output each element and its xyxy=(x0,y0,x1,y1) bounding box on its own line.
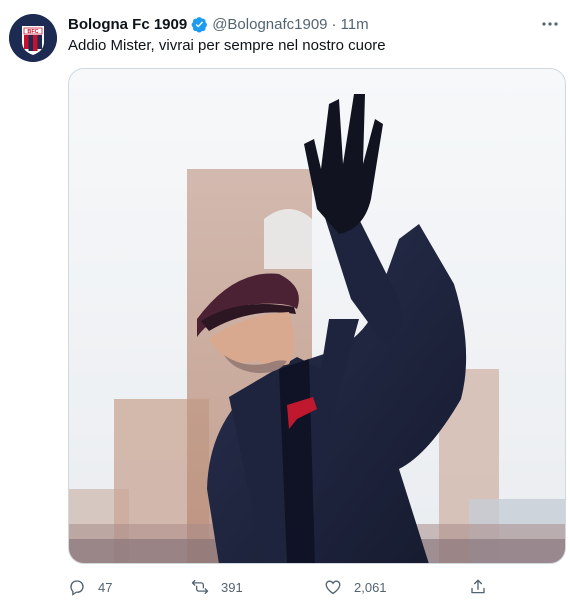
separator-dot: · xyxy=(331,15,337,33)
reply-count: 47 xyxy=(98,579,113,595)
share-button[interactable] xyxy=(469,578,487,596)
author-avatar[interactable]: BFC xyxy=(9,14,57,62)
like-count: 2,061 xyxy=(354,579,387,595)
author-name[interactable]: Bologna Fc 1909 xyxy=(68,16,187,33)
tweet-text: Addio Mister, vivrai per sempre nel nost… xyxy=(68,37,386,54)
tweet-header: Bologna Fc 1909 @Bolognafc1909 · 11m xyxy=(68,14,369,34)
crest-letters: BFC xyxy=(27,29,38,35)
photo-man-waving xyxy=(69,69,565,563)
reply-icon xyxy=(70,580,84,596)
verified-badge-icon xyxy=(191,16,208,33)
retweet-icon xyxy=(191,579,209,595)
bologna-crest-icon: BFC xyxy=(9,14,57,62)
retweet-button[interactable]: 391 xyxy=(191,578,243,596)
author-handle[interactable]: @Bolognafc1909 xyxy=(212,16,327,33)
tweet-timestamp[interactable]: 11m xyxy=(341,16,369,33)
reply-button[interactable]: 47 xyxy=(68,578,112,596)
like-icon xyxy=(325,580,341,595)
tweet-actions: 47 391 2,061 xyxy=(68,578,498,600)
more-horizontal-icon[interactable] xyxy=(540,14,560,34)
share-icon xyxy=(471,579,485,594)
tweet[interactable]: BFC Bologna Fc 1909 @Bolognafc1909 · 11m… xyxy=(0,0,570,600)
like-button[interactable]: 2,061 xyxy=(324,578,387,596)
tweet-photo[interactable] xyxy=(68,68,566,564)
retweet-count: 391 xyxy=(221,579,243,595)
